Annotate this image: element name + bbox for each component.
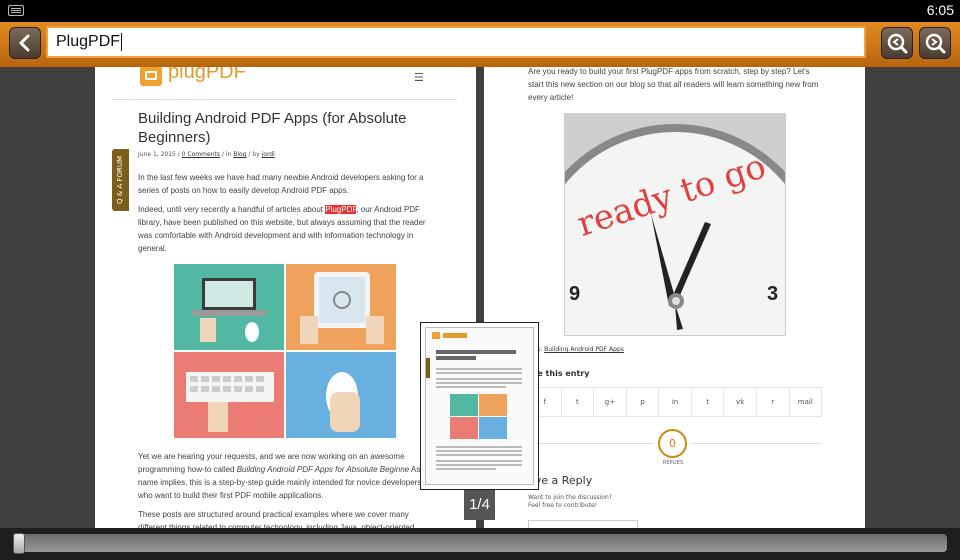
- intro-paragraph: Are you ready to build your first PlugPD…: [528, 67, 819, 102]
- zoom-previous-icon: [887, 33, 908, 54]
- logo-text: plugPDF: [168, 67, 246, 83]
- article-paragraph-4: These posts are structured around practi…: [138, 510, 415, 528]
- meta-date: June 1, 2015: [138, 151, 176, 158]
- meta-comments: 0 Comments: [181, 151, 220, 158]
- qa-forum-tab: Q & A FORUM: [112, 149, 129, 211]
- page-header: plugPDF ☰: [112, 67, 457, 100]
- mail-share-icon[interactable]: mail: [790, 388, 822, 416]
- status-time: 6:05: [926, 2, 954, 18]
- share-icons-row: f t g+ p in t vk r mail: [528, 387, 822, 417]
- replies-label: REPLIES: [662, 460, 684, 466]
- google-plus-share-icon[interactable]: g+: [594, 388, 627, 416]
- meta-category: Blog: [233, 151, 247, 158]
- twitter-share-icon[interactable]: t: [562, 388, 595, 416]
- para2-before: Indeed, until very recently a handful of…: [138, 205, 326, 214]
- vk-share-icon[interactable]: vk: [724, 388, 757, 416]
- clock-drawing: ready to go 9 3: [569, 146, 778, 330]
- menu-icon: ☰: [414, 71, 424, 84]
- top-toolbar: PlugPDF: [0, 22, 960, 67]
- replies-divider-right: [692, 443, 820, 444]
- reply-count-badge: 0: [658, 429, 687, 458]
- clock-numeral-three: 3: [767, 283, 778, 305]
- comment-name-field[interactable]: [528, 520, 638, 528]
- search-next-button[interactable]: [919, 27, 951, 59]
- join-line-2: Feel free to contribute!: [528, 502, 598, 509]
- tags-line: s: Building Android PDF Apps: [537, 346, 624, 353]
- pdf-viewer[interactable]: plugPDF ☰ Q & A FORUM Building Android P…: [0, 67, 960, 528]
- zoom-next-icon: [925, 33, 946, 54]
- pdf-page-right[interactable]: Are you ready to build your first PlugPD…: [484, 67, 865, 528]
- article-meta: June 1, 2015 / 0 Comments / in Blog / by…: [138, 151, 275, 158]
- status-bar: 6:05: [0, 0, 960, 22]
- article-title: Building Android PDF Apps (for Absolute …: [138, 110, 407, 146]
- meta-by: by: [252, 151, 260, 158]
- text-cursor: [121, 33, 123, 51]
- back-button[interactable]: [9, 27, 41, 59]
- plugpdf-logo-icon: [140, 67, 162, 86]
- ready-to-go-clock-image: ready to go 9 3: [564, 113, 786, 336]
- para3-em: Building Android PDF Apps for Absolute B…: [236, 465, 410, 474]
- search-highlight: PlugPDF: [325, 205, 357, 214]
- thumbnail-miniature: [426, 332, 522, 470]
- join-discussion-text: Want to join the discussion? Feel free to…: [528, 494, 612, 510]
- replies-divider-left: [528, 443, 654, 444]
- clock-text: ready to go: [572, 146, 770, 244]
- mouse-illustration: [286, 352, 396, 438]
- bottom-bar: [0, 528, 960, 560]
- page-thumbnail-preview[interactable]: [420, 322, 539, 490]
- join-line-1: Want to join the discussion?: [528, 494, 612, 501]
- article-paragraph-1: In the last few weeks we have had many n…: [138, 173, 424, 195]
- article-paragraph-3: Yet we are hearing your requests, and we…: [138, 450, 436, 502]
- search-input[interactable]: PlugPDF: [46, 26, 866, 58]
- keyboard-icon: [8, 5, 24, 16]
- tablet-illustration: [286, 264, 396, 350]
- meta-author: jordi: [261, 151, 275, 158]
- reddit-share-icon[interactable]: r: [757, 388, 790, 416]
- chevron-left-icon: [19, 34, 30, 52]
- clock-numeral-nine: 9: [569, 283, 580, 305]
- tumblr-share-icon[interactable]: t: [692, 388, 725, 416]
- search-value: PlugPDF: [56, 33, 121, 51]
- keyboard-illustration: [174, 352, 284, 438]
- pinterest-share-icon[interactable]: p: [627, 388, 660, 416]
- laptop-illustration: [174, 264, 284, 350]
- tags-link[interactable]: Building Android PDF Apps: [544, 346, 624, 353]
- page-slider-handle[interactable]: [13, 533, 25, 554]
- page-indicator: 1/4: [464, 490, 495, 520]
- article-paragraph-2: Indeed, until very recently a handful of…: [138, 203, 436, 255]
- search-previous-button[interactable]: [881, 27, 913, 59]
- page-slider-track[interactable]: [15, 534, 947, 552]
- thumbnail-page-image: [425, 327, 534, 485]
- linkedin-share-icon[interactable]: in: [659, 388, 692, 416]
- meta-in: in: [225, 151, 232, 158]
- article-illustration: [174, 264, 396, 438]
- pdf-page-left[interactable]: plugPDF ☰ Q & A FORUM Building Android P…: [95, 67, 476, 528]
